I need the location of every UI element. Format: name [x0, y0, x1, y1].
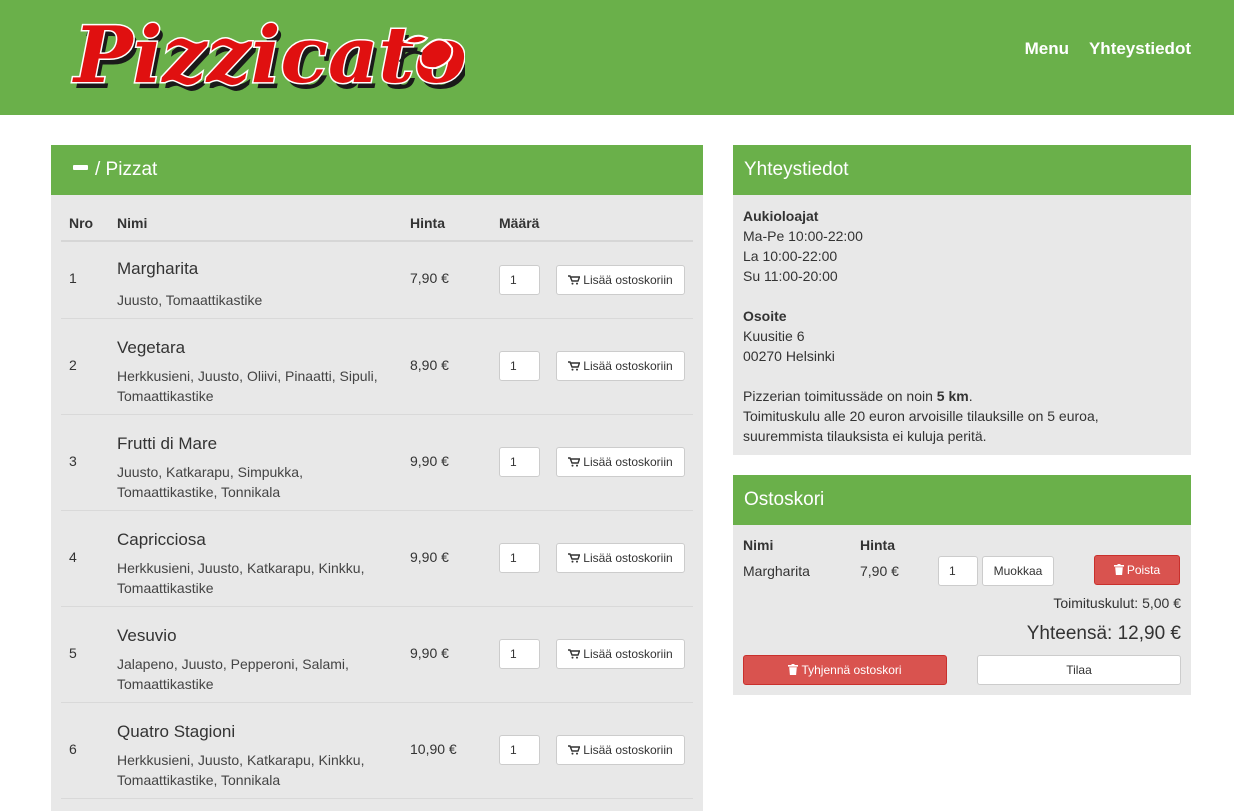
add-to-cart-label: Lisää ostoskoriin: [583, 743, 673, 757]
delivery-fee-text: Toimituskulu alle 20 euron arvoisille ti…: [743, 408, 1099, 424]
order-button[interactable]: Tilaa: [977, 655, 1181, 685]
cart-total: Yhteensä: 12,90 €: [1026, 623, 1181, 644]
cart-quantity-input[interactable]: 1: [938, 556, 978, 586]
address-city: 00270 Helsinki: [743, 348, 835, 364]
pizza-menu-panel: / Pizzat Nro Nimi Hinta Määrä 1 Marghari…: [51, 145, 703, 811]
header: Pizzicato Pizzicato Menu Yhteystiedot: [0, 0, 1234, 115]
pizza-price: 9,90 €: [410, 549, 449, 565]
collapse-icon[interactable]: [73, 165, 88, 171]
col-nro: Nro: [69, 215, 94, 231]
pizza-name: Vesuvio: [117, 626, 177, 645]
cart-col-price: Hinta: [860, 537, 895, 553]
pizza-name: Capricciosa: [117, 530, 206, 549]
contact-panel-title: Yhteystiedot: [733, 145, 1191, 195]
row-nro: 2: [69, 357, 77, 373]
table-row: 5 Vesuvio Jalapeno, Juusto, Pepperoni, S…: [61, 607, 693, 703]
trash-icon: [1113, 564, 1124, 576]
address-street: Kuusitie 6: [743, 328, 805, 344]
pizza-ingredients: Herkkusieni, Juusto, Katkarapu, Kinkku, …: [117, 560, 365, 596]
quantity-input[interactable]: 1: [499, 265, 540, 295]
add-to-cart-button[interactable]: Lisää ostoskoriin: [556, 351, 685, 381]
remove-button[interactable]: Poista: [1094, 555, 1180, 585]
cart-panel: Ostoskori Nimi Hinta Margharita 7,90 € 1…: [733, 475, 1191, 695]
pizza-name: Margharita: [117, 259, 199, 278]
add-to-cart-label: Lisää ostoskoriin: [583, 273, 673, 287]
delivery-fee-text-2: suuremmista tilauksista ei kuluja peritä…: [743, 428, 987, 444]
delivery-fee: Toimituskulut: 5,00 €: [1053, 595, 1181, 611]
opening-hours-label: Aukioloajat: [743, 208, 819, 224]
add-to-cart-button[interactable]: Lisää ostoskoriin: [556, 447, 685, 477]
col-name: Nimi: [117, 215, 148, 231]
pizza-price: 9,90 €: [410, 453, 449, 469]
delivery-radius-text: Pizzerian toimitussäde on noin 5 km.: [743, 388, 973, 404]
add-to-cart-button[interactable]: Lisää ostoskoriin: [556, 265, 685, 295]
quantity-input[interactable]: 1: [499, 447, 540, 477]
col-price: Hinta: [410, 215, 445, 231]
opening-hours-weekdays: Ma-Pe 10:00-22:00: [743, 228, 863, 244]
cart-item-name: Margharita: [743, 563, 810, 579]
row-nro: 5: [69, 645, 77, 661]
address-label: Osoite: [743, 308, 787, 324]
cart-icon: [568, 457, 581, 467]
delivery-radius-value: 5 km: [936, 388, 969, 404]
row-nro: 6: [69, 741, 77, 757]
row-nro: 1: [69, 270, 77, 286]
row-nro: 3: [69, 453, 77, 469]
contact-panel: Yhteystiedot Aukioloajat Ma-Pe 10:00-22:…: [733, 145, 1191, 455]
pizza-ingredients: Juusto, Tomaattikastike: [117, 292, 263, 308]
edit-button[interactable]: Muokkaa: [982, 556, 1054, 586]
cart-icon: [568, 649, 581, 659]
clear-cart-label: Tyhjennä ostoskori: [801, 663, 902, 677]
opening-hours-sunday: Su 11:00-20:00: [743, 268, 838, 284]
pizzicato-logo[interactable]: Pizzicato Pizzicato: [70, 2, 466, 110]
add-to-cart-label: Lisää ostoskoriin: [583, 359, 673, 373]
nav-contact-link[interactable]: Yhteystiedot: [1089, 39, 1191, 59]
add-to-cart-button[interactable]: Lisää ostoskoriin: [556, 735, 685, 765]
cart-item-price: 7,90 €: [860, 563, 899, 579]
remove-label: Poista: [1126, 563, 1161, 577]
pizza-panel-header[interactable]: / Pizzat: [51, 145, 703, 195]
row-nro: 4: [69, 549, 77, 565]
pizza-name: Frutti di Mare: [117, 434, 218, 453]
quantity-input[interactable]: 1: [499, 351, 540, 381]
table-row: 3 Frutti di Mare Juusto, Katkarapu, Simp…: [61, 415, 693, 511]
pizza-ingredients: Herkkusieni, Juusto, Katkarapu, Kinkku, …: [117, 752, 365, 788]
nav-menu-link[interactable]: Menu: [1025, 39, 1069, 59]
quantity-input[interactable]: 1: [499, 735, 540, 765]
pizza-price: 9,90 €: [410, 645, 449, 661]
pizza-price: 7,90 €: [410, 270, 449, 286]
cart-icon: [568, 361, 581, 371]
quantity-input[interactable]: 1: [499, 543, 540, 573]
contact-details: Aukioloajat Ma-Pe 10:00-22:00 La 10:00-2…: [733, 195, 1191, 457]
clear-cart-button[interactable]: Tyhjennä ostoskori: [743, 655, 947, 685]
pizza-name: Vegetara: [117, 338, 186, 357]
cart-col-name: Nimi: [743, 537, 774, 553]
pizza-name: Quatro Stagioni: [117, 722, 236, 741]
opening-hours-saturday: La 10:00-22:00: [743, 248, 838, 264]
pizza-price: 10,90 €: [410, 741, 457, 757]
add-to-cart-label: Lisää ostoskoriin: [583, 551, 673, 565]
pizza-price: 8,90 €: [410, 357, 449, 373]
add-to-cart-label: Lisää ostoskoriin: [583, 647, 673, 661]
pizza-ingredients: Juusto, Katkarapu, Simpukka, Tomaattikas…: [117, 464, 303, 500]
col-qty: Määrä: [499, 215, 540, 231]
table-row: 1 Margharita Juusto, Tomaattikastike 7,9…: [61, 242, 693, 319]
pizza-panel-title: / Pizzat: [95, 159, 158, 180]
pizza-ingredients: Herkkusieni, Juusto, Oliivi, Pinaatti, S…: [117, 368, 378, 404]
trash-icon: [788, 664, 799, 676]
main-nav: Menu Yhteystiedot: [1025, 39, 1191, 59]
table-row: 6 Quatro Stagioni Herkkusieni, Juusto, K…: [61, 703, 693, 799]
add-to-cart-label: Lisää ostoskoriin: [583, 455, 673, 469]
pizza-table-header: Nro Nimi Hinta Määrä: [61, 195, 693, 242]
table-row: 4 Capricciosa Herkkusieni, Juusto, Katka…: [61, 511, 693, 607]
add-to-cart-button[interactable]: Lisää ostoskoriin: [556, 639, 685, 669]
pizza-ingredients: Jalapeno, Juusto, Pepperoni, Salami, Tom…: [117, 656, 349, 692]
table-row: 2 Vegetara Herkkusieni, Juusto, Oliivi, …: [61, 319, 693, 415]
cart-icon: [568, 553, 581, 563]
quantity-input[interactable]: 1: [499, 639, 540, 669]
cart-icon: [568, 745, 581, 755]
add-to-cart-button[interactable]: Lisää ostoskoriin: [556, 543, 685, 573]
cart-icon: [568, 275, 581, 285]
cart-panel-title: Ostoskori: [733, 475, 1191, 525]
